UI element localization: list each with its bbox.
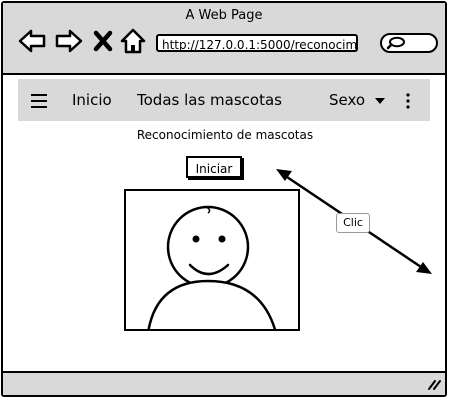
click-annotation-arrow	[276, 169, 432, 274]
click-annotation-label: Clic	[336, 213, 370, 233]
